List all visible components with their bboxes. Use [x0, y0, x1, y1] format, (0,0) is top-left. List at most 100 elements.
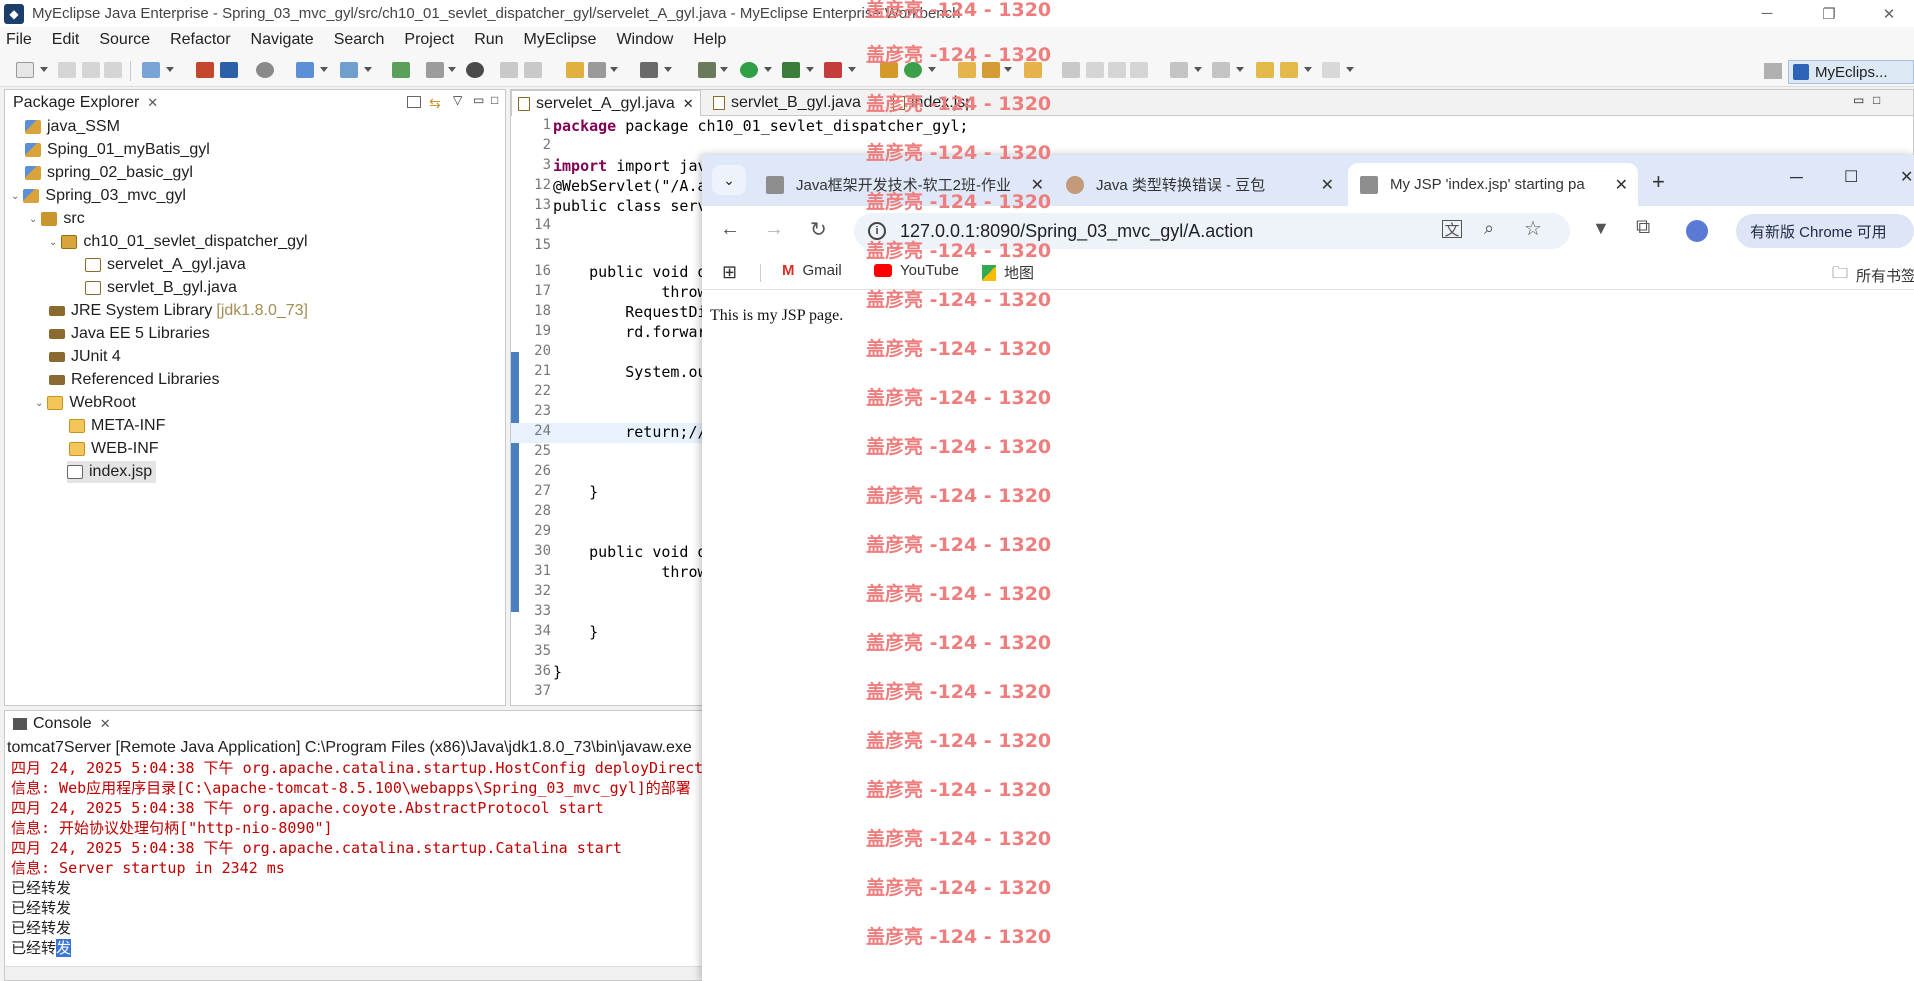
extensions-icon[interactable]: ⧉ — [1636, 216, 1650, 239]
minimize-icon[interactable]: ─ — [1790, 167, 1803, 188]
tree-item-jre[interactable]: JRE System Library [jdk1.8.0_73] — [49, 300, 308, 322]
tree-item-spring-03[interactable]: ⌄ Spring_03_mvc_gyl — [11, 185, 186, 207]
tools-icon[interactable] — [524, 62, 542, 78]
expanded-chevron-icon[interactable]: ⌄ — [35, 398, 43, 409]
expanded-chevron-icon[interactable]: ⌄ — [49, 237, 57, 248]
tree-item-package[interactable]: ⌄ ch10_01_sevlet_dispatcher_gyl — [49, 231, 308, 253]
minimize-icon[interactable]: ─ — [1744, 0, 1790, 27]
menu-source[interactable]: Source — [99, 31, 150, 49]
refresh-dropdown-icon[interactable] — [928, 67, 936, 72]
chrome-update-button[interactable]: 有新版 Chrome 可用 — [1736, 214, 1914, 248]
menu-refactor[interactable]: Refactor — [170, 31, 230, 49]
open-type-dropdown-icon[interactable] — [320, 67, 328, 72]
package-explorer-tab[interactable]: Package Explorer ✕ — [5, 90, 166, 116]
previous-annotation-dropdown-icon[interactable] — [1236, 67, 1244, 72]
run-icon[interactable] — [740, 62, 758, 78]
close-icon[interactable]: ✕ — [683, 96, 694, 112]
tree-item-spring-02[interactable]: spring_02_basic_gyl — [25, 162, 193, 184]
tree-item-webroot[interactable]: ⌄ WebRoot — [35, 392, 136, 414]
console-line[interactable]: 已经转发 — [11, 937, 72, 957]
menu-run[interactable]: Run — [474, 31, 503, 49]
previous-annotation-icon[interactable] — [1212, 62, 1230, 78]
forward-icon[interactable] — [1322, 62, 1340, 78]
close-tab-icon[interactable]: ✕ — [1321, 175, 1334, 195]
mark-icon[interactable] — [1086, 62, 1104, 78]
menu-myeclipse[interactable]: MyEclipse — [524, 31, 597, 49]
chrome-tab-jsp-active[interactable]: My JSP 'index.jsp' starting pa ✕ — [1348, 163, 1638, 206]
expanded-chevron-icon[interactable]: ⌄ — [29, 214, 37, 225]
run-last-dropdown-icon[interactable] — [806, 67, 814, 72]
new-interface-icon[interactable] — [588, 62, 606, 78]
close-icon[interactable]: ✕ — [1866, 0, 1912, 27]
bookmark-maps[interactable]: 地图 — [982, 262, 1034, 283]
run-dropdown-icon[interactable] — [764, 67, 772, 72]
open-task-icon[interactable] — [340, 62, 358, 78]
debug-icon[interactable] — [698, 62, 716, 78]
link-with-editor-icon[interactable]: ⇆ — [429, 95, 441, 112]
console-open-dropdown-icon[interactable] — [664, 67, 672, 72]
build-icon[interactable] — [392, 62, 410, 78]
back-icon[interactable] — [1280, 62, 1298, 78]
annotation-icon[interactable] — [1062, 62, 1080, 78]
bookmark-youtube[interactable]: YouTube — [874, 262, 959, 279]
tree-item-javaee[interactable]: Java EE 5 Libraries — [49, 323, 210, 345]
tab-search-icon[interactable]: ⌄ — [712, 165, 746, 195]
menu-navigate[interactable]: Navigate — [251, 31, 314, 49]
translate-icon[interactable]: 文 — [1442, 220, 1462, 239]
maximize-icon[interactable]: ☐ — [1844, 167, 1858, 187]
external-run-dropdown-icon[interactable] — [848, 67, 856, 72]
menu-search[interactable]: Search — [334, 31, 385, 49]
maximize-view-icon[interactable]: □ — [491, 93, 498, 107]
block-icon[interactable] — [1108, 62, 1126, 78]
minimize-view-icon[interactable]: ▭ — [473, 93, 484, 107]
close-tab-icon[interactable]: ✕ — [1615, 175, 1628, 195]
collapse-all-icon[interactable] — [407, 96, 421, 108]
close-icon[interactable]: ✕ — [100, 716, 111, 732]
apps-grid-icon[interactable]: ⊞ — [722, 262, 737, 283]
open-perspective-icon[interactable] — [1764, 63, 1782, 79]
menu-file[interactable]: File — [6, 31, 32, 49]
run-last-icon[interactable] — [782, 62, 800, 78]
new-class-icon[interactable] — [566, 62, 584, 78]
expanded-chevron-icon[interactable]: ⌄ — [11, 191, 19, 202]
tree-item-java-ssm[interactable]: java_SSM — [25, 116, 120, 138]
back-icon[interactable]: ← — [720, 218, 740, 241]
menu-window[interactable]: Window — [616, 31, 673, 49]
next-annotation-icon[interactable] — [1170, 62, 1188, 78]
tree-item-index-jsp[interactable]: index.jsp — [67, 461, 157, 483]
editor-tab-servlet-b[interactable]: servlet_B_gyl.java — [707, 90, 867, 116]
new-project-dropdown-icon[interactable] — [166, 67, 174, 72]
console-open-icon[interactable] — [640, 62, 658, 78]
myeclipse-perspective-button[interactable]: MyEclips... — [1788, 60, 1914, 84]
restore-icon[interactable]: ❐ — [1806, 0, 1852, 27]
minimize-editor-icon[interactable]: ▭ — [1853, 93, 1864, 107]
new-interface-dropdown-icon[interactable] — [610, 67, 618, 72]
close-window-icon[interactable]: ✕ — [1900, 167, 1913, 187]
new-dropdown-icon[interactable] — [40, 67, 48, 72]
menu-project[interactable]: Project — [404, 31, 454, 49]
tree-item-web-inf[interactable]: WEB-INF — [69, 438, 159, 460]
bookmark-gmail[interactable]: M Gmail — [782, 262, 842, 279]
all-bookmarks-folder[interactable]: 🗀 所有书签 — [1832, 262, 1914, 289]
close-icon[interactable]: ✕ — [147, 95, 158, 111]
extension-v-icon[interactable]: ▼ — [1592, 218, 1610, 239]
console-tab[interactable]: Console ✕ — [5, 711, 119, 737]
edit-dropdown-icon[interactable] — [1004, 67, 1012, 72]
tree-item-sping-01[interactable]: Sping_01_myBatis_gyl — [25, 139, 210, 161]
save-all-icon[interactable] — [82, 62, 100, 78]
next-annotation-dropdown-icon[interactable] — [1194, 67, 1202, 72]
save-icon[interactable] — [58, 62, 76, 78]
debug-dropdown-icon[interactable] — [720, 67, 728, 72]
search-icon[interactable] — [256, 62, 274, 78]
new-tab-icon[interactable]: + — [1652, 169, 1665, 195]
new-icon[interactable] — [16, 62, 34, 78]
web-icon[interactable] — [426, 62, 444, 78]
tree-item-servlet-b[interactable]: servlet_B_gyl.java — [85, 277, 237, 299]
open-type-icon[interactable] — [296, 62, 314, 78]
chrome-tab-doubao[interactable]: Java 类型转换错误 - 豆包 ✕ — [1054, 163, 1344, 206]
view-menu-icon[interactable]: ▽ — [453, 93, 462, 107]
maximize-editor-icon[interactable]: □ — [1873, 93, 1880, 107]
external-run-icon[interactable] — [824, 62, 842, 78]
back-dropdown-icon[interactable] — [1304, 67, 1312, 72]
tree-item-src[interactable]: ⌄ src — [29, 208, 85, 230]
